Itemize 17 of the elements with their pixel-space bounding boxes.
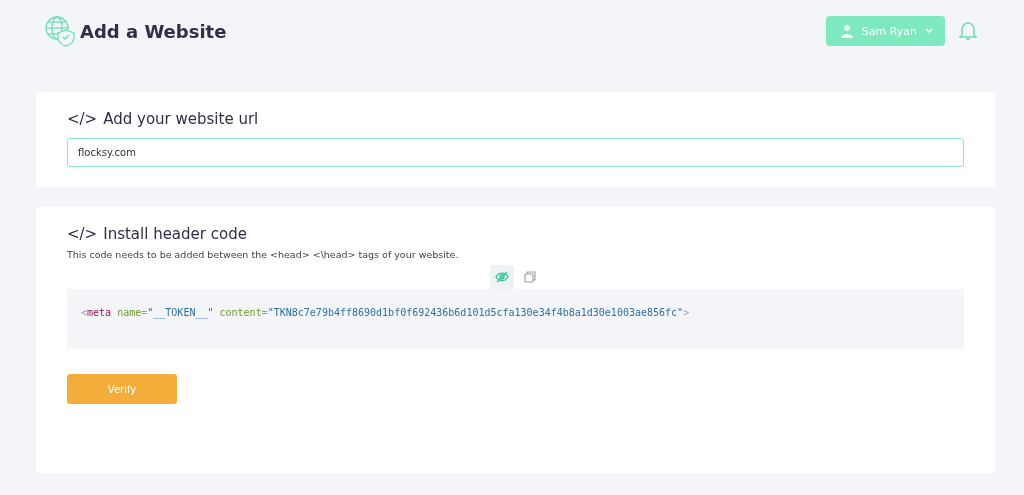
section-title: Install header code: [103, 225, 247, 243]
section-title: Add your website url: [103, 110, 259, 128]
hide-toggle-button[interactable]: [489, 265, 514, 289]
caret-icon: [925, 28, 933, 34]
code-block: <meta name="__TOKEN__" content="TKN8c7e79b4ff8690d1bf0f692436b6d101d5cfa130e34f4b8a1d30e1003ae856fc">: [67, 289, 964, 349]
verify-button[interactable]: Verify: [67, 374, 177, 404]
notification-bell-icon[interactable]: [959, 21, 977, 41]
user-icon: [839, 24, 854, 38]
copy-icon: [523, 271, 536, 283]
code-icon: </>: [67, 225, 98, 243]
eye-slash-icon: [494, 271, 509, 283]
globe-shield-icon: [44, 15, 76, 47]
code-icon: </>: [67, 110, 98, 128]
page-title: Add a Website: [80, 20, 227, 42]
url-field[interactable]: flocksy.com: [67, 138, 964, 167]
description-text: This code needs to be added between the <head> <\head> tags of your website.: [67, 249, 460, 260]
user-menu-button[interactable]: Sam Ryan: [825, 16, 945, 46]
